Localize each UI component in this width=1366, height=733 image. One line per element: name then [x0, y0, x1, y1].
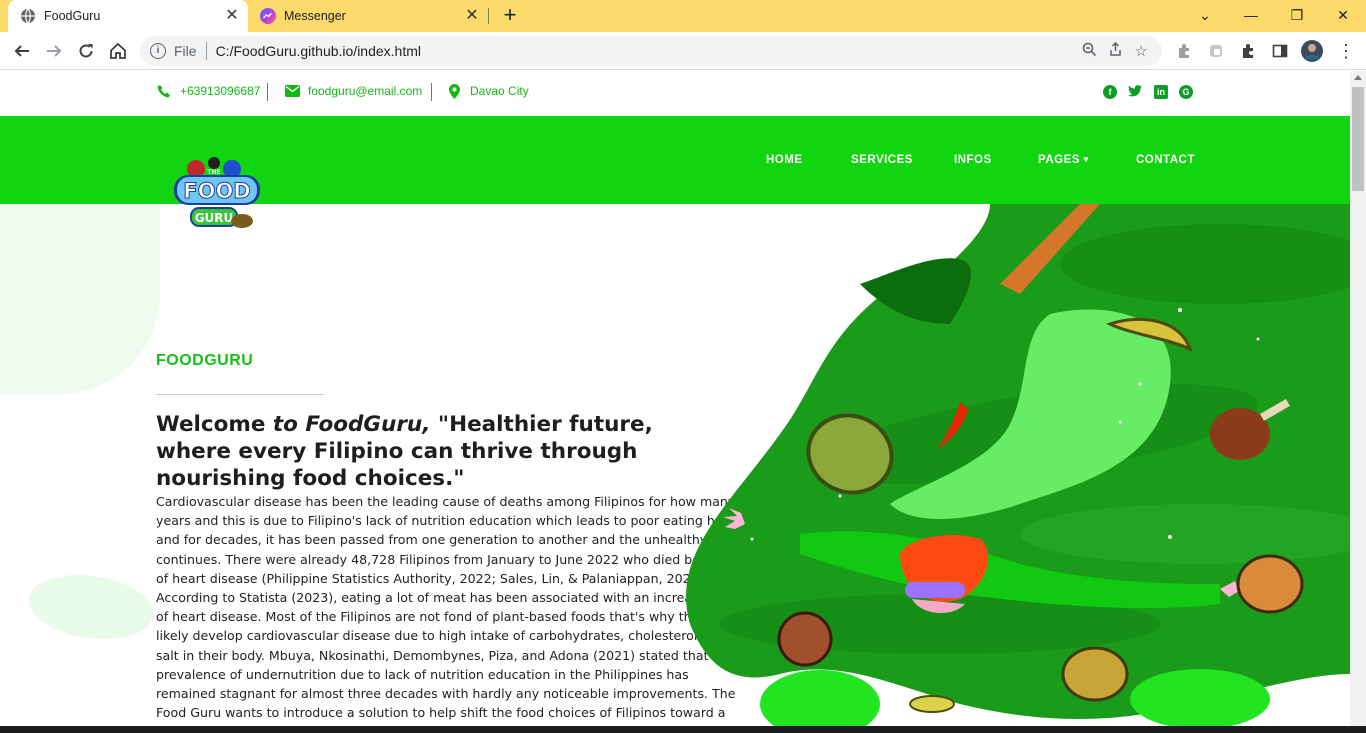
chevron-down-icon: ▾: [1083, 154, 1089, 164]
nav-pages-label: PAGES: [1038, 154, 1080, 166]
messenger-icon: [260, 8, 276, 24]
decorative-blob: [24, 567, 158, 647]
bookmark-star-icon[interactable]: ☆: [1128, 42, 1154, 60]
scroll-up-icon[interactable]: [1354, 75, 1362, 80]
nav-home[interactable]: HOME: [766, 154, 803, 166]
tab-title: Messenger: [284, 9, 346, 23]
extension-icon[interactable]: [1202, 37, 1230, 65]
browser-menu-icon[interactable]: ⋮: [1332, 37, 1360, 65]
phone-icon: [156, 83, 172, 99]
new-tab-icon[interactable]: +: [498, 4, 522, 28]
nav-infos[interactable]: INFOS: [954, 154, 992, 166]
site-logo[interactable]: FOOD THE GURU: [170, 155, 266, 235]
close-tab-icon[interactable]: ✕: [222, 6, 242, 26]
tab-foodguru[interactable]: FoodGuru ✕: [8, 0, 248, 32]
logo-text-top: THE: [207, 169, 220, 176]
extension-puzzle-grey-icon[interactable]: [1170, 37, 1198, 65]
logo-text-main: FOOD: [183, 179, 250, 203]
url-scheme: File: [174, 43, 197, 59]
share-icon[interactable]: [1102, 41, 1128, 61]
twitter-icon[interactable]: [1128, 85, 1142, 99]
tab-messenger[interactable]: Messenger ✕: [248, 0, 488, 32]
eyebrow-underline: [156, 394, 324, 395]
zoom-icon[interactable]: [1076, 42, 1102, 61]
google-plus-icon[interactable]: G: [1179, 85, 1193, 99]
extensions-puzzle-icon[interactable]: [1234, 37, 1262, 65]
home-icon[interactable]: [104, 37, 132, 65]
tab-title: FoodGuru: [44, 9, 101, 23]
nav-pages[interactable]: PAGES ▾: [1038, 154, 1089, 166]
info-icon[interactable]: i: [150, 43, 166, 59]
browser-tab-strip: FoodGuru ✕ Messenger ✕ + ⌄ — ❐ ✕: [0, 0, 1366, 32]
nav-services[interactable]: SERVICES: [851, 154, 913, 166]
envelope-icon: [284, 83, 300, 99]
forward-icon[interactable]: [40, 37, 68, 65]
email-contact[interactable]: foodguru@email.com: [284, 83, 422, 99]
headline-emphasis: to FoodGuru,: [272, 412, 431, 437]
restore-icon[interactable]: ❐: [1274, 0, 1320, 32]
reload-icon[interactable]: [72, 37, 100, 65]
minimize-icon[interactable]: —: [1228, 0, 1274, 32]
location-text: Davao City: [470, 84, 529, 98]
close-window-icon[interactable]: ✕: [1320, 0, 1366, 32]
contact-divider: [431, 83, 432, 101]
taskbar-edge: [0, 726, 1366, 733]
back-icon[interactable]: [8, 37, 36, 65]
address-divider: [205, 42, 207, 60]
hero-body-text: Cardiovascular disease has been the lead…: [156, 494, 746, 726]
page-scrollbar[interactable]: [1350, 71, 1366, 726]
location-contact[interactable]: Davao City: [446, 83, 529, 99]
nav-contact[interactable]: CONTACT: [1136, 154, 1195, 166]
phone-number: +63913096687: [180, 84, 261, 98]
phone-contact[interactable]: +63913096687: [156, 83, 260, 99]
hero-illustration: [660, 204, 1350, 726]
side-panel-icon[interactable]: [1266, 37, 1294, 65]
logo-text-sub: GURU: [195, 211, 234, 225]
tab-search-icon[interactable]: ⌄: [1182, 0, 1228, 32]
url-text[interactable]: C:/FoodGuru.github.io/index.html: [216, 43, 1076, 59]
close-tab-icon[interactable]: ✕: [462, 6, 482, 26]
hero-eyebrow: FOODGURU: [156, 352, 254, 369]
contact-divider: [267, 83, 268, 101]
headline-part-1: Welcome: [156, 412, 273, 437]
page-viewport: +63913096687 foodguru@email.com Davao Ci…: [0, 71, 1350, 726]
globe-icon: [20, 8, 36, 24]
contact-bar: +63913096687 foodguru@email.com Davao Ci…: [0, 71, 1350, 116]
email-address: foodguru@email.com: [308, 84, 423, 98]
facebook-icon[interactable]: f: [1103, 85, 1117, 99]
linkedin-icon[interactable]: in: [1154, 85, 1168, 99]
address-bar[interactable]: i File C:/FoodGuru.github.io/index.html …: [140, 36, 1162, 66]
map-pin-icon: [446, 83, 462, 99]
profile-avatar[interactable]: [1298, 37, 1326, 65]
decorative-blob: [0, 204, 160, 394]
tab-divider: [488, 8, 489, 24]
hero-headline: Welcome to FoodGuru, "Healthier future, …: [156, 411, 726, 492]
browser-toolbar: i File C:/FoodGuru.github.io/index.html …: [0, 32, 1366, 70]
scrollbar-thumb[interactable]: [1352, 87, 1364, 191]
